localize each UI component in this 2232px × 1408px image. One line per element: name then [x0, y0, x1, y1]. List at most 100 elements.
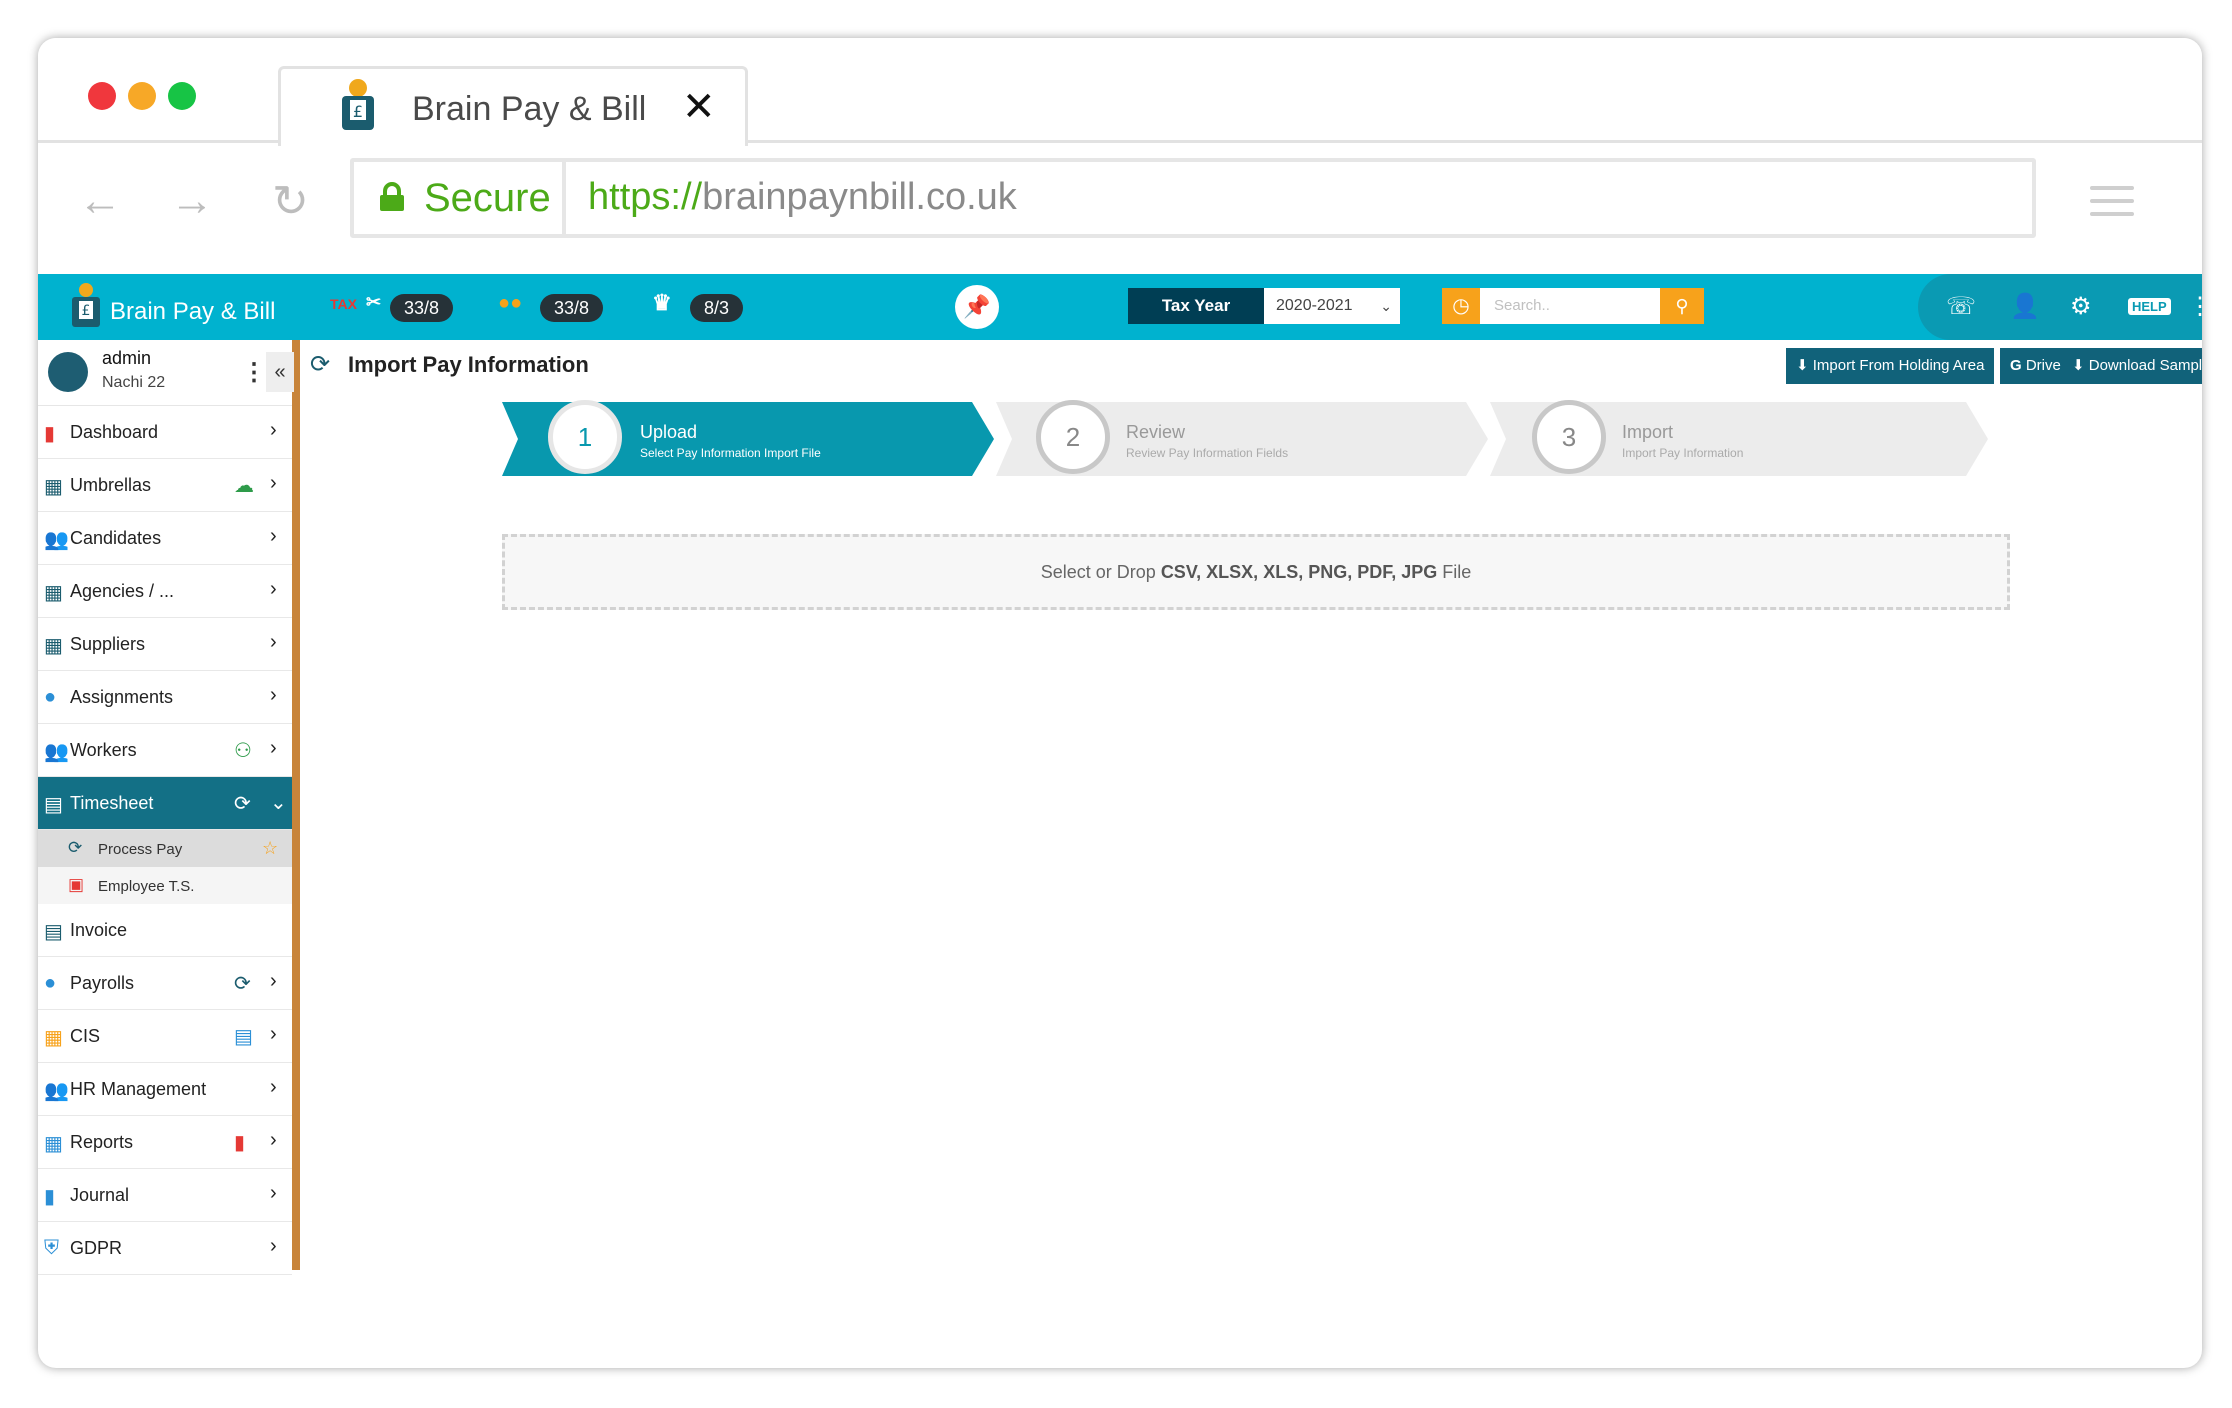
user-panel: admin Nachi 22 ⋮ « [38, 340, 294, 406]
tax-year-label: Tax Year [1128, 288, 1264, 324]
sidebar-item-label: Candidates [70, 528, 162, 548]
step-number: 2 [1036, 400, 1110, 474]
sidebar-item-label: GDPR [70, 1238, 123, 1258]
user-profile-icon[interactable]: 👤 [2010, 292, 2040, 321]
svg-text:£: £ [353, 102, 363, 121]
header-tools: ☏ 👤 ⚙ HELP ⋮ [1918, 274, 2202, 340]
step-title: Import [1622, 422, 1674, 442]
sidebar-item-label: Invoice [70, 920, 128, 940]
reports-icon: ▦ [44, 1133, 63, 1155]
sidebar-subitem-label: Process Pay [98, 841, 183, 858]
hr-icon: 👥 [44, 1080, 69, 1102]
step-number: 3 [1532, 400, 1606, 474]
dropzone-prefix: Select or Drop [1040, 562, 1156, 582]
pin-icon[interactable]: 📌 [955, 285, 999, 329]
search-icon[interactable]: ⚲ [1660, 288, 1704, 324]
sidebar-item-cis[interactable]: ▦ CIS ▤ › [38, 1010, 292, 1063]
sidebar-item-umbrellas[interactable]: ▦ Umbrellas ☁ › [38, 459, 292, 512]
pay-cycle-icon[interactable]: ⟳ [234, 791, 251, 816]
favorite-star-icon[interactable]: ☆ [262, 838, 278, 859]
close-window-button[interactable] [88, 82, 116, 110]
lock-icon [380, 182, 404, 211]
bar-chart-icon[interactable]: ▮ [234, 1130, 245, 1155]
support-phone-icon[interactable]: ☏ [1946, 292, 1976, 321]
maximize-window-button[interactable] [168, 82, 196, 110]
sidebar-subitem-label: Employee T.S. [98, 878, 195, 895]
sidebar: admin Nachi 22 ⋮ « ▮ Dashboard › ▦ Umbre… [38, 340, 300, 1275]
step-review[interactable]: 2 Review Review Pay Information Fields [996, 400, 1488, 474]
address-bar[interactable]: Secure https://brainpaynbill.co.uk [350, 158, 2036, 238]
pay-cycle-icon[interactable]: ⟳ [234, 971, 251, 996]
app-header: £ Brain Pay & Bill TAX ✂ 33/8 ●● 33/8 ♛ … [38, 274, 2202, 340]
sidebar-item-label: Umbrellas [70, 475, 152, 495]
sidebar-item-invoice[interactable]: ▤ Invoice [38, 904, 292, 957]
avatar[interactable] [48, 352, 88, 392]
reload-icon[interactable]: ↻ [272, 176, 309, 227]
file-dropzone[interactable]: Select or Drop CSV, XLSX, XLS, PNG, PDF,… [502, 534, 2010, 610]
payroll-icon: ● [44, 972, 57, 994]
page-title: Import Pay Information [348, 352, 589, 377]
sidebar-item-assignments[interactable]: ● Assignments › [38, 671, 292, 724]
brain-pay-logo-icon: £ [342, 79, 374, 130]
tax-metric-badge[interactable]: 33/8 [390, 294, 454, 322]
tax-year-select[interactable]: 2020-2021 ⌄ [1264, 288, 1400, 324]
collapse-sidebar-icon[interactable]: « [266, 352, 294, 392]
drive-button[interactable]: G Drive [2000, 348, 2071, 384]
step-import[interactable]: 3 Import Import Pay Information [1490, 400, 1982, 474]
main-content: ⟳ Import Pay Information ⬇ Import From H… [300, 340, 2202, 1270]
sidebar-item-journal[interactable]: ▮ Journal › [38, 1169, 292, 1222]
coins-icon: ●● [498, 292, 523, 314]
url-host: brainpaynbill.co.uk [702, 176, 1017, 218]
close-tab-icon[interactable]: ✕ [682, 84, 716, 130]
user-menu-icon[interactable]: ⋮ [242, 358, 266, 387]
sidebar-item-suppliers[interactable]: ▦ Suppliers › [38, 618, 292, 671]
chevron-right-icon: › [270, 525, 277, 547]
download-sample-button[interactable]: ⬇ Download Sample [2062, 348, 2202, 384]
chevron-right-icon: › [270, 1235, 277, 1257]
step-number: 1 [548, 400, 622, 474]
back-arrow-icon[interactable]: ← [78, 176, 122, 226]
sidebar-item-candidates[interactable]: 👥 Candidates › [38, 512, 292, 565]
url-text[interactable]: https://brainpaynbill.co.uk [588, 176, 1017, 219]
coins-metric-badge[interactable]: 33/8 [540, 294, 604, 322]
secure-indicator[interactable]: Secure [354, 162, 566, 234]
chart-icon: ▮ [44, 423, 56, 445]
history-clock-icon[interactable]: ◷ [1442, 288, 1480, 324]
sidebar-item-hr-management[interactable]: 👥 HR Management › [38, 1063, 292, 1116]
import-from-holding-area-button[interactable]: ⬇ Import From Holding Area [1786, 348, 1995, 384]
sidebar-subitem-employee-ts[interactable]: ▣ Employee T.S. [38, 867, 292, 904]
sidebar-item-dashboard[interactable]: ▮ Dashboard › [38, 406, 292, 459]
sidebar-item-agencies[interactable]: ▦ Agencies / ... › [38, 565, 292, 618]
cloud-upload-icon[interactable]: ☁ [234, 473, 254, 498]
employee-timesheet-icon: ▣ [68, 875, 85, 894]
user-company: Nachi 22 [102, 374, 166, 391]
google-icon: G [2010, 357, 2026, 374]
shield-icon: ⛨ [44, 1237, 59, 1259]
search-input[interactable]: Search.. [1480, 288, 1660, 324]
crown-metric-badge[interactable]: 8/3 [690, 294, 744, 322]
button-label: Drive [2025, 357, 2061, 374]
more-vertical-icon[interactable]: ⋮ [2188, 292, 2202, 321]
document-icon[interactable]: ▤ [234, 1024, 253, 1049]
sidebar-item-payrolls[interactable]: ● Payrolls ⟳ › [38, 957, 292, 1010]
chevron-right-icon: › [270, 578, 277, 600]
button-label: Import From Holding Area [1812, 357, 1985, 374]
sidebar-item-reports[interactable]: ▦ Reports ▮ › [38, 1116, 292, 1169]
invoice-icon: ▤ [44, 921, 63, 943]
browser-toolbar: ← → ↻ Secure https://brainpaynbill.co.uk [38, 146, 2202, 276]
candidates-icon: 👥 [44, 529, 69, 551]
step-subtitle: Select Pay Information Import File [640, 446, 821, 460]
step-upload[interactable]: 1 Upload Select Pay Information Import F… [502, 400, 994, 474]
sidebar-item-workers[interactable]: 👥 Workers ⚇ › [38, 724, 292, 777]
add-user-icon[interactable]: ⚇ [234, 738, 252, 763]
sidebar-subitem-process-pay[interactable]: ⟳ Process Pay ☆ [38, 830, 292, 867]
sidebar-item-timesheet[interactable]: ▤ Timesheet ⟳ ⌄ [38, 777, 292, 830]
forward-arrow-icon[interactable]: → [170, 176, 214, 226]
chevron-right-icon: › [270, 472, 277, 494]
help-icon[interactable]: HELP [2128, 298, 2171, 315]
browser-menu-icon[interactable] [2090, 186, 2134, 225]
minimize-window-button[interactable] [128, 82, 156, 110]
tax-year-value: 2020-2021 [1276, 297, 1353, 314]
settings-gear-icon[interactable]: ⚙ [2070, 292, 2092, 321]
sidebar-item-gdpr[interactable]: ⛨ GDPR › [38, 1222, 292, 1275]
